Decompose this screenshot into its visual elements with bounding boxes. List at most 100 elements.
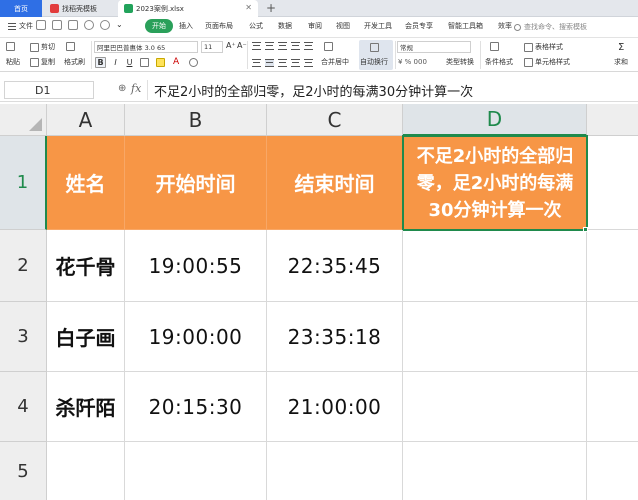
menu-start[interactable]: 开始	[145, 19, 173, 33]
paste-button[interactable]	[6, 42, 17, 51]
row-header-1[interactable]: 1	[0, 136, 47, 230]
shrink-font-icon[interactable]: A⁻	[237, 41, 247, 50]
tab-home[interactable]: 首页	[0, 0, 42, 17]
menu-review[interactable]: 审阅	[308, 21, 322, 31]
cut-button[interactable]: 剪切	[30, 42, 55, 52]
number-format-select[interactable]: 常规	[397, 41, 471, 53]
new-tab-button[interactable]: +	[266, 1, 276, 15]
column-header-b[interactable]: B	[125, 104, 267, 136]
column-header-c[interactable]: C	[267, 104, 403, 136]
type-convert-button[interactable]: 类型转换	[446, 57, 474, 67]
currency-icon[interactable]: ¥ % 000	[398, 58, 427, 66]
justify-icon[interactable]	[291, 59, 300, 67]
fx-icon[interactable]: fx	[131, 82, 141, 95]
cell-e4[interactable]	[587, 372, 638, 442]
text-direction-icon[interactable]	[291, 42, 300, 50]
menu-file[interactable]: 文件	[8, 21, 33, 31]
menu-data[interactable]: 数据	[278, 21, 292, 31]
cell-d1[interactable]: 不足2小时的全部归零，足2小时的每满30分钟计算一次	[402, 135, 588, 231]
tab-workbook[interactable]: 2023案例.xlsx ✕	[118, 0, 258, 17]
align-bottom-icon[interactable]	[278, 42, 287, 50]
cell-b3[interactable]: 19:00:00	[125, 302, 267, 372]
row-header-5[interactable]: 5	[0, 442, 47, 500]
table-style-button[interactable]: 表格样式	[524, 42, 563, 52]
cell-c4[interactable]: 21:00:00	[267, 372, 403, 442]
underline-button[interactable]: U	[124, 57, 135, 68]
zoom-icon[interactable]: ⊕	[118, 83, 126, 94]
preview-icon[interactable]	[68, 20, 78, 30]
fill-handle[interactable]	[583, 227, 588, 232]
cell-e3[interactable]	[587, 302, 638, 372]
align-center-icon[interactable]	[265, 59, 274, 67]
cell-b5[interactable]	[125, 442, 267, 500]
menu-developer[interactable]: 开发工具	[364, 21, 392, 31]
distributed-icon[interactable]	[304, 59, 313, 67]
fill-color-icon[interactable]	[156, 58, 165, 67]
redo-icon[interactable]	[100, 20, 110, 30]
menu-efficiency[interactable]: 效率	[498, 21, 512, 31]
cell-c2[interactable]: 22:35:45	[267, 230, 403, 302]
cell-d5[interactable]	[403, 442, 587, 500]
row-header-2[interactable]: 2	[0, 230, 47, 302]
align-top-icon[interactable]	[252, 42, 261, 50]
font-family-select[interactable]: 阿里巴巴普惠体 3.0 65	[94, 41, 198, 53]
formula-input[interactable]: 不足2小时的全部归零，足2小时的每满30分钟计算一次	[147, 80, 635, 100]
tab-template[interactable]: 找稻壳模板	[44, 0, 116, 17]
row-header-4[interactable]: 4	[0, 372, 47, 442]
cell-d4[interactable]	[403, 372, 587, 442]
bold-button[interactable]: B	[95, 57, 106, 68]
cell-a1[interactable]: 姓名	[47, 136, 125, 230]
grow-font-icon[interactable]: A⁺	[226, 41, 236, 50]
copy-button[interactable]: 复制	[30, 57, 55, 67]
align-left-icon[interactable]	[252, 59, 261, 67]
name-box[interactable]: D1	[4, 81, 94, 99]
cell-d2[interactable]	[403, 230, 587, 302]
font-color-icon[interactable]: A	[173, 57, 179, 67]
cell-b2[interactable]: 19:00:55	[125, 230, 267, 302]
cell-c5[interactable]	[267, 442, 403, 500]
menu-page-layout[interactable]: 页面布局	[205, 21, 233, 31]
cell-a5[interactable]	[47, 442, 125, 500]
menu-view[interactable]: 视图	[336, 21, 350, 31]
cell-b4[interactable]: 20:15:30	[125, 372, 267, 442]
clear-format-icon[interactable]	[189, 58, 198, 67]
cell-a2[interactable]: 花千骨	[47, 230, 125, 302]
menu-insert[interactable]: 插入	[179, 21, 193, 31]
align-right-icon[interactable]	[278, 59, 287, 67]
cond-format-button[interactable]	[490, 42, 501, 51]
font-size-select[interactable]: 11	[201, 41, 223, 53]
cell-e2[interactable]	[587, 230, 638, 302]
cell-b1[interactable]: 开始时间	[125, 136, 267, 230]
chevron-down-icon[interactable]: ⌄	[116, 20, 123, 29]
menu-smart-toolbox[interactable]: 智能工具箱	[448, 21, 483, 31]
select-all-corner[interactable]	[0, 104, 47, 136]
cell-c3[interactable]: 23:35:18	[267, 302, 403, 372]
close-icon[interactable]: ✕	[245, 3, 252, 12]
print-icon[interactable]	[52, 20, 62, 30]
row-header-3[interactable]: 3	[0, 302, 47, 372]
cell-e5[interactable]	[587, 442, 638, 500]
cell-c1[interactable]: 结束时间	[267, 136, 403, 230]
wrap-icon	[370, 43, 379, 52]
command-search[interactable]: 查找命令、搜索模板	[514, 20, 634, 34]
save-icon[interactable]	[36, 20, 46, 30]
merge-center-button[interactable]	[324, 42, 335, 51]
sum-icon[interactable]: Σ	[618, 42, 624, 53]
indent-icon[interactable]	[304, 42, 313, 50]
column-header-a[interactable]: A	[47, 104, 125, 136]
cell-d3[interactable]	[403, 302, 587, 372]
cell-a3[interactable]: 白子画	[47, 302, 125, 372]
menu-member[interactable]: 会员专享	[405, 21, 433, 31]
cell-e1[interactable]	[588, 136, 638, 230]
undo-icon[interactable]	[84, 20, 94, 30]
border-icon[interactable]	[140, 58, 149, 67]
cell-a4[interactable]: 杀阡陌	[47, 372, 125, 442]
column-header-d[interactable]: D	[403, 104, 587, 136]
auto-wrap-button[interactable]: 自动换行	[359, 40, 393, 70]
align-middle-icon[interactable]	[265, 42, 274, 50]
italic-button[interactable]: I	[110, 57, 121, 68]
format-painter-button[interactable]	[66, 42, 77, 51]
column-header-e[interactable]	[587, 104, 638, 136]
cell-style-button[interactable]: 单元格样式	[524, 57, 570, 67]
menu-formula[interactable]: 公式	[249, 21, 263, 31]
